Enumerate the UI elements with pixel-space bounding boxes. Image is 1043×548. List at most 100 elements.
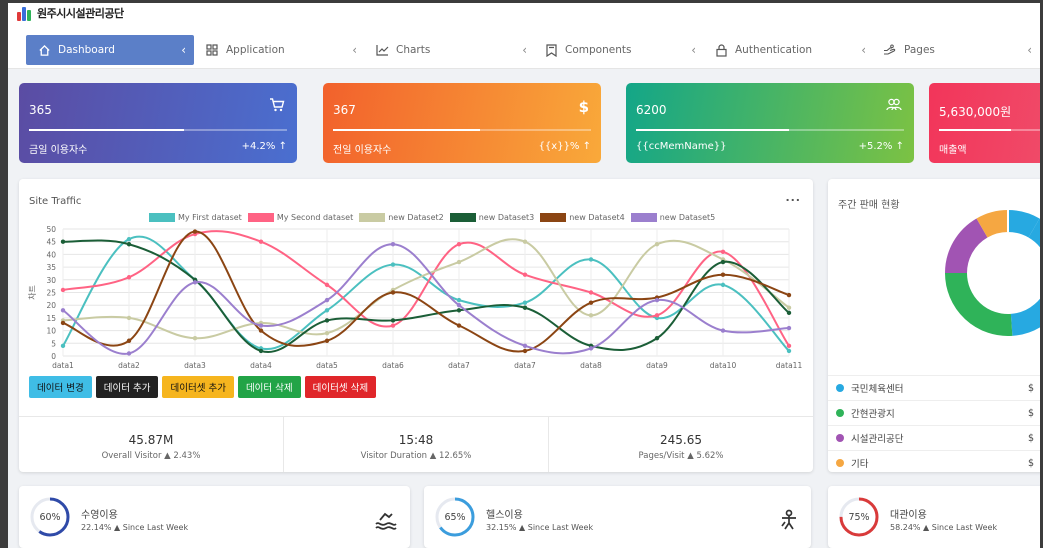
data-point[interactable]	[258, 328, 264, 333]
data-point[interactable]	[192, 280, 198, 285]
stat-card-yesterday-users: 367 $ 전일 이용자수 {{x}}% ↑	[323, 83, 601, 163]
data-point[interactable]	[60, 308, 66, 313]
data-point[interactable]	[588, 300, 594, 305]
data-point[interactable]	[522, 343, 528, 349]
metric-pages-per-visit: 245.65 Pages/Visit ▲ 5.62%	[549, 417, 813, 472]
donut-segment[interactable]	[976, 210, 1009, 238]
data-point[interactable]	[126, 242, 132, 247]
nav-dashboard[interactable]: Dashboard ‹	[26, 35, 194, 65]
data-point[interactable]	[456, 242, 462, 247]
data-point[interactable]	[192, 229, 198, 234]
nav-authentication[interactable]: Authentication ‹	[714, 35, 874, 65]
data-point[interactable]	[390, 262, 396, 267]
y-tick-label: 10	[46, 327, 56, 336]
data-point[interactable]	[522, 348, 528, 354]
legend-item[interactable]: new Dataset3	[449, 213, 534, 222]
more-menu-icon[interactable]: ...	[785, 191, 801, 204]
data-point[interactable]	[126, 351, 132, 356]
data-point[interactable]	[786, 310, 792, 316]
data-point[interactable]	[258, 348, 264, 354]
mini-sub: 58.24% ▲ Since Last Week	[890, 523, 998, 532]
stat-label: 전일 이용자수	[333, 145, 392, 156]
nav-application[interactable]: Application ‹	[205, 35, 365, 65]
data-point[interactable]	[324, 318, 330, 323]
stat-value: 367	[333, 103, 356, 117]
data-point[interactable]	[390, 242, 396, 247]
data-point[interactable]	[192, 336, 198, 341]
nav-pages[interactable]: Pages ‹	[883, 35, 1040, 65]
chart-action-button[interactable]: 데이터 삭제	[237, 376, 301, 398]
chart-action-button[interactable]: 데이터셋 추가	[162, 376, 234, 398]
data-point[interactable]	[324, 282, 330, 288]
legend-item[interactable]: My First dataset	[149, 213, 242, 222]
data-point[interactable]	[654, 242, 660, 247]
data-point[interactable]	[390, 318, 396, 323]
chart-action-button[interactable]: 데이터 추가	[95, 376, 159, 398]
donut-segment[interactable]	[1007, 210, 1040, 238]
data-point[interactable]	[456, 323, 462, 328]
data-point[interactable]	[654, 297, 660, 303]
data-point[interactable]	[60, 287, 66, 293]
data-point[interactable]	[588, 346, 594, 351]
legend-item[interactable]: new Dataset2	[359, 213, 444, 222]
data-point[interactable]	[786, 348, 792, 354]
data-point[interactable]	[456, 259, 462, 265]
data-point[interactable]	[522, 300, 528, 305]
data-point[interactable]	[324, 330, 330, 336]
legend-item[interactable]: new Dataset5	[630, 213, 715, 222]
data-point[interactable]	[720, 259, 726, 265]
data-point[interactable]	[126, 315, 132, 321]
data-point[interactable]	[588, 257, 594, 262]
data-point[interactable]	[786, 305, 792, 310]
data-point[interactable]	[456, 297, 462, 303]
data-point[interactable]	[126, 236, 132, 242]
x-tick-label: data10	[710, 361, 737, 370]
x-tick-label: data11	[776, 361, 803, 370]
data-point[interactable]	[390, 290, 396, 295]
nav-components[interactable]: Components ‹	[544, 35, 704, 65]
chart-action-button[interactable]: 데이터셋 삭제	[304, 376, 377, 398]
data-point[interactable]	[786, 325, 792, 331]
data-point[interactable]	[522, 305, 528, 310]
data-point[interactable]	[720, 249, 726, 255]
data-point[interactable]	[720, 328, 726, 333]
legend-label: new Dataset4	[569, 213, 625, 222]
chevron-left-icon: ‹	[522, 43, 527, 57]
data-point[interactable]	[588, 290, 594, 295]
mini-title: 수영이용	[81, 510, 118, 521]
legend-item[interactable]: My Second dataset	[247, 213, 353, 222]
data-point[interactable]	[390, 323, 396, 328]
data-point[interactable]	[324, 297, 330, 303]
donut-segment[interactable]	[945, 218, 988, 274]
data-point[interactable]	[654, 336, 660, 341]
data-point[interactable]	[258, 239, 264, 244]
x-tick-label: data6	[382, 361, 404, 370]
data-point[interactable]	[522, 272, 528, 277]
data-point[interactable]	[786, 292, 792, 298]
legend-item[interactable]: new Dataset4	[540, 213, 625, 222]
data-point[interactable]	[126, 275, 132, 280]
nav-charts[interactable]: Charts ‹	[375, 35, 535, 65]
data-point[interactable]	[456, 308, 462, 313]
x-tick-label: data7	[514, 361, 536, 370]
data-point[interactable]	[456, 303, 462, 308]
data-point[interactable]	[324, 338, 330, 343]
chart-action-button[interactable]: 데이터 변경	[29, 376, 92, 398]
data-point[interactable]	[324, 308, 330, 313]
data-point[interactable]	[588, 313, 594, 318]
data-point[interactable]	[60, 239, 66, 244]
data-point[interactable]	[786, 343, 792, 349]
data-point[interactable]	[522, 239, 528, 244]
stat-progress-fill	[29, 129, 184, 131]
data-point[interactable]	[258, 323, 264, 328]
logo[interactable]: 원주시시설관리공단	[17, 5, 124, 21]
data-point[interactable]	[60, 343, 66, 349]
data-point[interactable]	[720, 282, 726, 288]
stat-progress	[333, 129, 591, 131]
donut-segment[interactable]	[945, 272, 1013, 336]
data-point[interactable]	[126, 338, 132, 343]
data-point[interactable]	[720, 272, 726, 277]
donut-segment[interactable]	[1010, 218, 1040, 336]
data-point[interactable]	[60, 320, 66, 326]
data-point[interactable]	[654, 313, 660, 318]
